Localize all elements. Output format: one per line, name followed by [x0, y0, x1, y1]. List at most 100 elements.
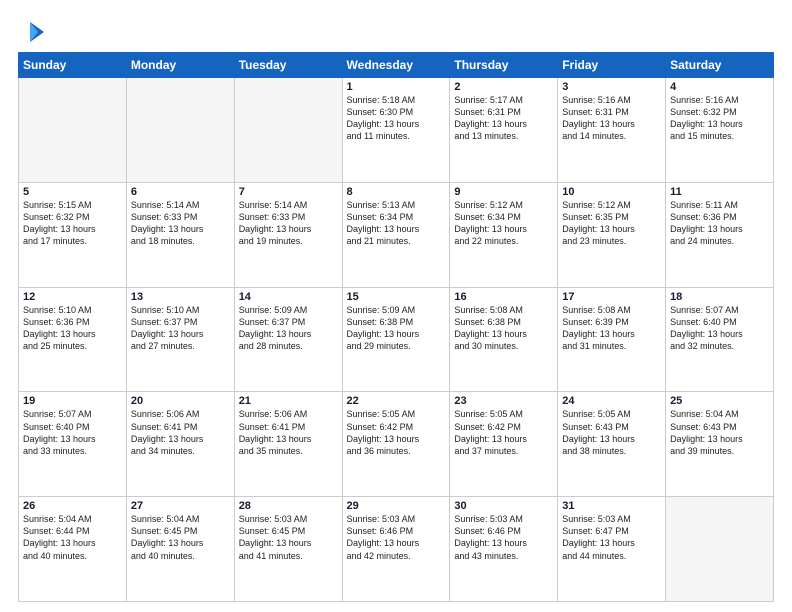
logo-icon — [20, 18, 48, 46]
calendar-day-cell: 14Sunrise: 5:09 AM Sunset: 6:37 PM Dayli… — [234, 287, 342, 392]
calendar-day-cell — [126, 78, 234, 183]
weekday-header-cell: Thursday — [450, 53, 558, 78]
calendar-day-cell: 1Sunrise: 5:18 AM Sunset: 6:30 PM Daylig… — [342, 78, 450, 183]
calendar-day-cell: 25Sunrise: 5:04 AM Sunset: 6:43 PM Dayli… — [666, 392, 774, 497]
day-info: Sunrise: 5:13 AM Sunset: 6:34 PM Dayligh… — [347, 199, 446, 248]
calendar-week-row: 12Sunrise: 5:10 AM Sunset: 6:36 PM Dayli… — [19, 287, 774, 392]
calendar-day-cell: 12Sunrise: 5:10 AM Sunset: 6:36 PM Dayli… — [19, 287, 127, 392]
day-number: 9 — [454, 186, 553, 198]
day-info: Sunrise: 5:08 AM Sunset: 6:38 PM Dayligh… — [454, 304, 553, 353]
day-info: Sunrise: 5:04 AM Sunset: 6:45 PM Dayligh… — [131, 513, 230, 562]
calendar-day-cell: 15Sunrise: 5:09 AM Sunset: 6:38 PM Dayli… — [342, 287, 450, 392]
day-info: Sunrise: 5:14 AM Sunset: 6:33 PM Dayligh… — [131, 199, 230, 248]
day-number: 4 — [670, 81, 769, 93]
day-info: Sunrise: 5:05 AM Sunset: 6:42 PM Dayligh… — [454, 408, 553, 457]
calendar-day-cell: 4Sunrise: 5:16 AM Sunset: 6:32 PM Daylig… — [666, 78, 774, 183]
day-info: Sunrise: 5:07 AM Sunset: 6:40 PM Dayligh… — [23, 408, 122, 457]
day-info: Sunrise: 5:14 AM Sunset: 6:33 PM Dayligh… — [239, 199, 338, 248]
calendar-day-cell: 24Sunrise: 5:05 AM Sunset: 6:43 PM Dayli… — [558, 392, 666, 497]
day-number: 31 — [562, 500, 661, 512]
day-info: Sunrise: 5:15 AM Sunset: 6:32 PM Dayligh… — [23, 199, 122, 248]
calendar-day-cell: 23Sunrise: 5:05 AM Sunset: 6:42 PM Dayli… — [450, 392, 558, 497]
day-number: 18 — [670, 291, 769, 303]
calendar-day-cell: 13Sunrise: 5:10 AM Sunset: 6:37 PM Dayli… — [126, 287, 234, 392]
calendar-day-cell: 3Sunrise: 5:16 AM Sunset: 6:31 PM Daylig… — [558, 78, 666, 183]
day-info: Sunrise: 5:05 AM Sunset: 6:43 PM Dayligh… — [562, 408, 661, 457]
day-number: 1 — [347, 81, 446, 93]
calendar-day-cell: 11Sunrise: 5:11 AM Sunset: 6:36 PM Dayli… — [666, 182, 774, 287]
calendar-week-row: 26Sunrise: 5:04 AM Sunset: 6:44 PM Dayli… — [19, 497, 774, 602]
logo — [18, 18, 48, 46]
day-number: 10 — [562, 186, 661, 198]
day-number: 21 — [239, 395, 338, 407]
day-info: Sunrise: 5:12 AM Sunset: 6:35 PM Dayligh… — [562, 199, 661, 248]
calendar-day-cell: 18Sunrise: 5:07 AM Sunset: 6:40 PM Dayli… — [666, 287, 774, 392]
weekday-header-cell: Saturday — [666, 53, 774, 78]
day-number: 8 — [347, 186, 446, 198]
day-number: 29 — [347, 500, 446, 512]
day-info: Sunrise: 5:10 AM Sunset: 6:37 PM Dayligh… — [131, 304, 230, 353]
calendar-day-cell: 10Sunrise: 5:12 AM Sunset: 6:35 PM Dayli… — [558, 182, 666, 287]
calendar-day-cell: 5Sunrise: 5:15 AM Sunset: 6:32 PM Daylig… — [19, 182, 127, 287]
calendar-day-cell: 22Sunrise: 5:05 AM Sunset: 6:42 PM Dayli… — [342, 392, 450, 497]
day-number: 20 — [131, 395, 230, 407]
weekday-header-cell: Wednesday — [342, 53, 450, 78]
day-number: 16 — [454, 291, 553, 303]
day-number: 5 — [23, 186, 122, 198]
day-number: 15 — [347, 291, 446, 303]
day-number: 7 — [239, 186, 338, 198]
day-info: Sunrise: 5:04 AM Sunset: 6:44 PM Dayligh… — [23, 513, 122, 562]
day-info: Sunrise: 5:06 AM Sunset: 6:41 PM Dayligh… — [239, 408, 338, 457]
day-info: Sunrise: 5:07 AM Sunset: 6:40 PM Dayligh… — [670, 304, 769, 353]
calendar-day-cell: 20Sunrise: 5:06 AM Sunset: 6:41 PM Dayli… — [126, 392, 234, 497]
weekday-header-cell: Tuesday — [234, 53, 342, 78]
calendar-day-cell: 2Sunrise: 5:17 AM Sunset: 6:31 PM Daylig… — [450, 78, 558, 183]
day-info: Sunrise: 5:18 AM Sunset: 6:30 PM Dayligh… — [347, 94, 446, 143]
weekday-header-cell: Friday — [558, 53, 666, 78]
calendar-day-cell: 6Sunrise: 5:14 AM Sunset: 6:33 PM Daylig… — [126, 182, 234, 287]
calendar-day-cell: 19Sunrise: 5:07 AM Sunset: 6:40 PM Dayli… — [19, 392, 127, 497]
calendar-day-cell: 8Sunrise: 5:13 AM Sunset: 6:34 PM Daylig… — [342, 182, 450, 287]
day-number: 26 — [23, 500, 122, 512]
day-number: 14 — [239, 291, 338, 303]
day-number: 23 — [454, 395, 553, 407]
day-number: 27 — [131, 500, 230, 512]
calendar-table: SundayMondayTuesdayWednesdayThursdayFrid… — [18, 52, 774, 602]
day-number: 24 — [562, 395, 661, 407]
calendar-day-cell: 29Sunrise: 5:03 AM Sunset: 6:46 PM Dayli… — [342, 497, 450, 602]
day-info: Sunrise: 5:03 AM Sunset: 6:47 PM Dayligh… — [562, 513, 661, 562]
day-number: 30 — [454, 500, 553, 512]
day-info: Sunrise: 5:11 AM Sunset: 6:36 PM Dayligh… — [670, 199, 769, 248]
calendar-day-cell: 7Sunrise: 5:14 AM Sunset: 6:33 PM Daylig… — [234, 182, 342, 287]
calendar-day-cell: 9Sunrise: 5:12 AM Sunset: 6:34 PM Daylig… — [450, 182, 558, 287]
calendar-day-cell — [19, 78, 127, 183]
day-info: Sunrise: 5:08 AM Sunset: 6:39 PM Dayligh… — [562, 304, 661, 353]
day-number: 6 — [131, 186, 230, 198]
day-number: 22 — [347, 395, 446, 407]
calendar-body: 1Sunrise: 5:18 AM Sunset: 6:30 PM Daylig… — [19, 78, 774, 602]
page: SundayMondayTuesdayWednesdayThursdayFrid… — [0, 0, 792, 612]
calendar-day-cell: 26Sunrise: 5:04 AM Sunset: 6:44 PM Dayli… — [19, 497, 127, 602]
weekday-header-cell: Monday — [126, 53, 234, 78]
day-info: Sunrise: 5:16 AM Sunset: 6:31 PM Dayligh… — [562, 94, 661, 143]
day-info: Sunrise: 5:05 AM Sunset: 6:42 PM Dayligh… — [347, 408, 446, 457]
calendar-day-cell — [666, 497, 774, 602]
day-number: 12 — [23, 291, 122, 303]
calendar-day-cell: 27Sunrise: 5:04 AM Sunset: 6:45 PM Dayli… — [126, 497, 234, 602]
day-number: 13 — [131, 291, 230, 303]
day-info: Sunrise: 5:10 AM Sunset: 6:36 PM Dayligh… — [23, 304, 122, 353]
calendar-day-cell: 28Sunrise: 5:03 AM Sunset: 6:45 PM Dayli… — [234, 497, 342, 602]
calendar-week-row: 5Sunrise: 5:15 AM Sunset: 6:32 PM Daylig… — [19, 182, 774, 287]
calendar-week-row: 19Sunrise: 5:07 AM Sunset: 6:40 PM Dayli… — [19, 392, 774, 497]
calendar-day-cell: 17Sunrise: 5:08 AM Sunset: 6:39 PM Dayli… — [558, 287, 666, 392]
weekday-header-row: SundayMondayTuesdayWednesdayThursdayFrid… — [19, 53, 774, 78]
day-number: 17 — [562, 291, 661, 303]
day-number: 3 — [562, 81, 661, 93]
day-number: 28 — [239, 500, 338, 512]
calendar-day-cell — [234, 78, 342, 183]
day-info: Sunrise: 5:12 AM Sunset: 6:34 PM Dayligh… — [454, 199, 553, 248]
day-info: Sunrise: 5:03 AM Sunset: 6:46 PM Dayligh… — [347, 513, 446, 562]
day-info: Sunrise: 5:03 AM Sunset: 6:46 PM Dayligh… — [454, 513, 553, 562]
calendar-day-cell: 21Sunrise: 5:06 AM Sunset: 6:41 PM Dayli… — [234, 392, 342, 497]
header — [18, 18, 774, 46]
